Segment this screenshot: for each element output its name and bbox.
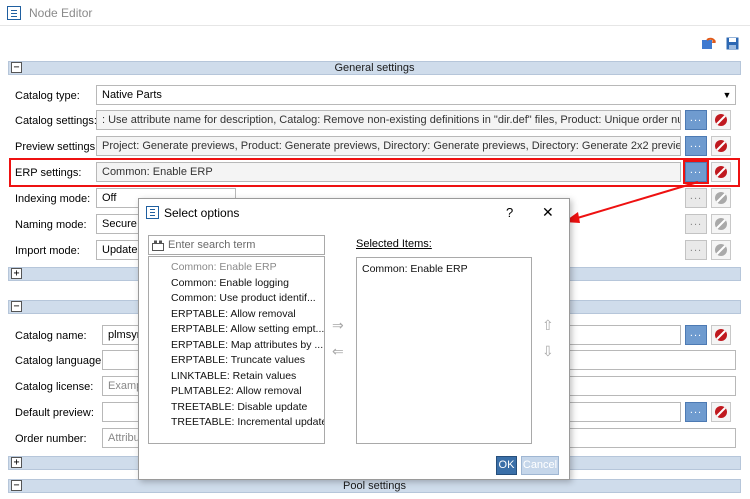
indexing-mode-label: Indexing mode: — [15, 193, 91, 205]
catalog-name-delete-icon[interactable] — [711, 325, 731, 345]
collapse-general-toggle[interactable]: − — [11, 62, 22, 73]
preview-settings-delete-icon[interactable] — [711, 136, 731, 156]
selected-item[interactable]: Common: Enable ERP — [362, 262, 468, 278]
pool-settings-header: − Pool settings — [8, 479, 741, 493]
search-icon — [152, 240, 164, 251]
order-number-label: Order number: — [15, 433, 87, 445]
refresh-icon[interactable] — [701, 37, 717, 51]
catalog-type-value: Native Parts — [102, 89, 162, 101]
annotation-arrow — [564, 181, 699, 223]
default-preview-edit-button[interactable]: ... — [685, 402, 707, 422]
selected-items-label: Selected Items: — [356, 238, 432, 250]
remove-arrow-icon[interactable]: ⇐ — [332, 343, 344, 360]
catalog-settings-delete-icon[interactable] — [711, 110, 731, 130]
select-options-dialog: Select options ? ✕ Enter search term Com… — [138, 198, 570, 480]
indexing-mode-delete-icon — [711, 188, 731, 208]
catalog-settings-field: : Use attribute name for description, Ca… — [96, 110, 681, 130]
catalog-settings-edit-button[interactable]: ... — [685, 110, 707, 130]
search-input[interactable]: Enter search term — [168, 239, 255, 251]
selected-items-list[interactable]: Common: Enable ERP — [356, 257, 532, 444]
list-item[interactable]: TREETABLE: Incremental update — [171, 415, 324, 431]
preview-settings-label: Preview settings: — [15, 141, 99, 153]
naming-mode-delete-icon — [711, 214, 731, 234]
naming-mode-label: Naming mode: — [15, 219, 87, 231]
list-item[interactable]: TREETABLE: Disable update — [171, 400, 324, 416]
add-arrow-icon[interactable]: ⇒ — [332, 317, 344, 334]
catalog-type-label: Catalog type: — [15, 90, 80, 102]
move-down-icon[interactable]: ⇩ — [542, 343, 554, 360]
erp-settings-label: ERP settings: — [15, 167, 82, 179]
expand-section-toggle[interactable]: + — [11, 268, 22, 279]
default-preview-label: Default preview: — [15, 407, 94, 419]
catalog-name-label: Catalog name: — [15, 330, 87, 342]
catalog-name-edit-button[interactable]: ... — [685, 325, 707, 345]
list-item[interactable]: ERPTABLE: Allow removal — [171, 307, 324, 323]
general-settings-header: − General settings — [8, 61, 741, 75]
default-preview-delete-icon[interactable] — [711, 402, 731, 422]
collapse-catalog-toggle[interactable]: − — [11, 301, 22, 312]
close-icon[interactable]: ✕ — [542, 204, 554, 221]
move-up-icon[interactable]: ⇧ — [542, 317, 554, 334]
catalog-license-label: Catalog license: — [15, 381, 94, 393]
ok-button[interactable]: OK — [496, 456, 517, 475]
list-item[interactable]: Common: Enable ERP — [171, 260, 324, 276]
catalog-settings-label: Catalog settings: — [15, 115, 97, 127]
import-mode-label: Import mode: — [15, 245, 80, 257]
pool-settings-title: Pool settings — [343, 480, 406, 492]
window-app-icon — [7, 6, 21, 20]
search-box[interactable]: Enter search term — [148, 235, 325, 255]
preview-settings-edit-button[interactable]: ... — [685, 136, 707, 156]
dialog-title: Select options — [164, 206, 240, 220]
list-item[interactable]: ERPTABLE: Map attributes by ... — [171, 338, 324, 354]
available-options-list[interactable]: Common: Enable ERP Common: Enable loggin… — [148, 256, 325, 444]
save-icon[interactable] — [726, 37, 739, 50]
list-item[interactable]: Common: Enable logging — [171, 276, 324, 292]
help-button[interactable]: ? — [506, 205, 513, 220]
import-mode-edit-button: ... — [685, 240, 707, 260]
list-item[interactable]: LINKTABLE: Retain values — [171, 369, 324, 385]
title-bar: Node Editor — [0, 0, 750, 26]
expand-section-toggle-2[interactable]: + — [11, 457, 22, 468]
list-item[interactable]: PLMTABLE2: Allow removal — [171, 384, 324, 400]
import-mode-delete-icon — [711, 240, 731, 260]
catalog-type-select[interactable]: Native Parts ▼ — [96, 85, 736, 105]
window-title: Node Editor — [29, 6, 93, 20]
dialog-app-icon — [146, 206, 159, 219]
chevron-down-icon[interactable]: ▼ — [720, 86, 734, 104]
general-settings-title: General settings — [334, 62, 415, 74]
catalog-language-label: Catalog language: — [15, 355, 105, 367]
preview-settings-field: Project: Generate previews, Product: Gen… — [96, 136, 681, 156]
list-item[interactable]: ERPTABLE: Allow setting empt... — [171, 322, 324, 338]
erp-settings-delete-icon[interactable] — [711, 162, 731, 182]
collapse-pool-toggle[interactable]: − — [11, 480, 22, 491]
cancel-button[interactable]: Cancel — [521, 456, 559, 475]
list-item[interactable]: ERPTABLE: Truncate values — [171, 353, 324, 369]
list-item[interactable]: Common: Use product identif... — [171, 291, 324, 307]
